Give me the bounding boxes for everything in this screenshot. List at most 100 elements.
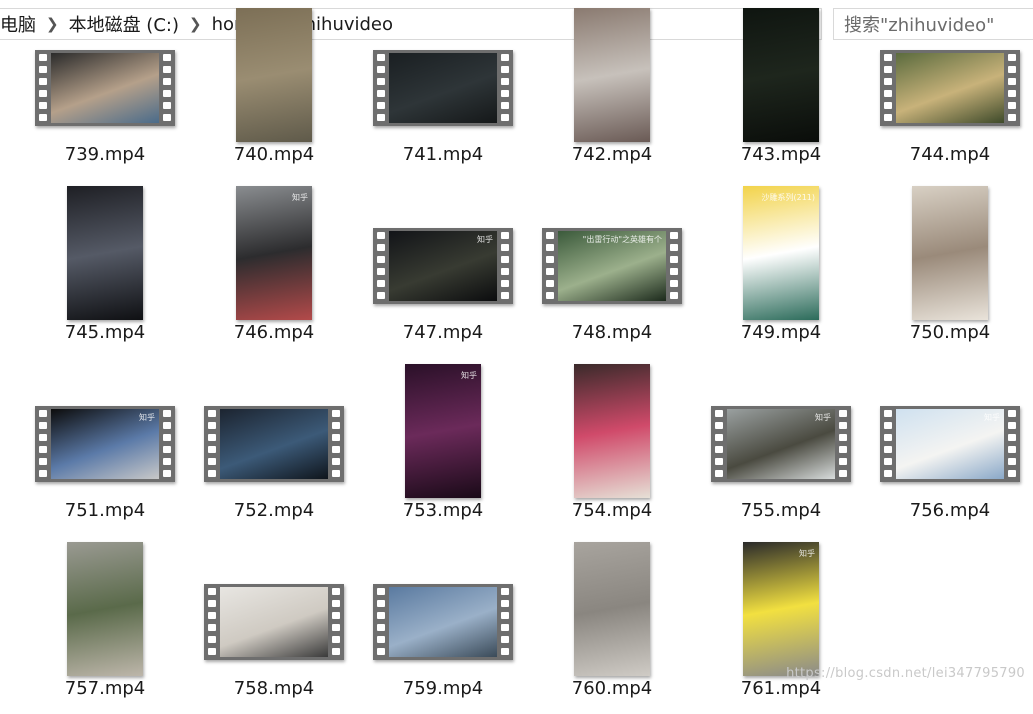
video-thumbnail[interactable]: 知乎 — [236, 186, 312, 320]
film-hole — [501, 244, 509, 251]
video-thumbnail[interactable]: 知乎 — [743, 542, 819, 676]
film-hole — [1008, 434, 1016, 441]
film-hole — [501, 66, 509, 73]
file-item[interactable]: 739.mp4 — [22, 10, 188, 180]
film-hole — [163, 434, 171, 441]
film-hole — [163, 78, 171, 85]
film-hole — [1008, 422, 1016, 429]
thumbnail-overlay-text: "出雷行动"之英雄有个 — [582, 235, 662, 244]
video-thumbnail[interactable] — [204, 584, 344, 660]
file-item[interactable]: 742.mp4 — [529, 8, 695, 180]
film-hole — [163, 102, 171, 109]
video-frame: 知乎 — [896, 409, 1004, 479]
film-strip — [880, 50, 896, 126]
thumbnail-overlay-text: 知乎 — [292, 193, 308, 202]
film-hole — [1008, 410, 1016, 417]
thumbnail-overlay-text: 知乎 — [461, 371, 477, 380]
file-item[interactable]: 752.mp4 — [191, 366, 357, 536]
video-thumbnail[interactable]: 知乎 — [35, 406, 175, 482]
file-item[interactable]: 758.mp4 — [191, 544, 357, 714]
file-item[interactable]: 750.mp4 — [867, 186, 1033, 358]
video-thumbnail[interactable]: 知乎 — [711, 406, 851, 482]
watermark: https://blog.csdn.net/lei347795790 — [786, 666, 1025, 681]
film-hole — [715, 434, 723, 441]
file-item[interactable]: 知乎 753.mp4 — [360, 364, 526, 536]
video-thumbnail[interactable] — [574, 364, 650, 498]
video-thumbnail[interactable] — [574, 8, 650, 142]
file-name: 744.mp4 — [909, 144, 991, 165]
film-hole — [1008, 446, 1016, 453]
film-strip — [328, 406, 344, 482]
film-hole — [501, 114, 509, 121]
film-hole — [208, 612, 216, 619]
video-thumbnail[interactable] — [912, 186, 988, 320]
file-item[interactable]: 知乎 746.mp4 — [191, 186, 357, 358]
film-hole — [670, 268, 678, 275]
file-item[interactable]: 744.mp4 — [867, 10, 1033, 180]
video-thumbnail[interactable] — [67, 186, 143, 320]
film-hole — [715, 422, 723, 429]
video-thumbnail[interactable] — [373, 584, 513, 660]
film-hole — [884, 458, 892, 465]
file-item[interactable]: 741.mp4 — [360, 10, 526, 180]
file-name: 748.mp4 — [571, 322, 653, 343]
file-name: 741.mp4 — [402, 144, 484, 165]
film-hole — [377, 600, 385, 607]
film-hole — [839, 470, 847, 477]
film-hole — [546, 280, 554, 287]
file-name: 758.mp4 — [233, 678, 315, 699]
file-item[interactable]: 757.mp4 — [22, 542, 188, 714]
film-hole — [377, 114, 385, 121]
film-hole — [208, 422, 216, 429]
film-hole — [839, 458, 847, 465]
film-hole — [377, 78, 385, 85]
film-hole — [884, 114, 892, 121]
video-thumbnail[interactable]: 知乎 — [880, 406, 1020, 482]
file-item[interactable]: 759.mp4 — [360, 544, 526, 714]
video-frame: 知乎 — [236, 186, 312, 320]
video-thumbnail[interactable] — [35, 50, 175, 126]
file-item[interactable]: 740.mp4 — [191, 8, 357, 180]
film-hole — [163, 422, 171, 429]
film-hole — [332, 624, 340, 631]
file-item[interactable]: 760.mp4 — [529, 542, 695, 714]
video-thumbnail[interactable] — [204, 406, 344, 482]
file-item[interactable]: 754.mp4 — [529, 364, 695, 536]
file-item[interactable]: 沙雕系列(211) 749.mp4 — [698, 186, 864, 358]
film-hole — [377, 624, 385, 631]
file-item[interactable]: 知乎 755.mp4 — [698, 366, 864, 536]
video-thumbnail[interactable] — [373, 50, 513, 126]
video-thumbnail[interactable]: 知乎 — [373, 228, 513, 304]
file-item[interactable]: 知乎 751.mp4 — [22, 366, 188, 536]
video-thumbnail[interactable] — [880, 50, 1020, 126]
video-thumbnail[interactable] — [743, 8, 819, 142]
film-hole — [39, 410, 47, 417]
film-strip — [1004, 406, 1020, 482]
film-hole — [715, 458, 723, 465]
file-name: 753.mp4 — [402, 500, 484, 521]
video-thumbnail[interactable] — [236, 8, 312, 142]
video-thumbnail[interactable]: "出雷行动"之英雄有个 — [542, 228, 682, 304]
file-item[interactable]: 知乎 747.mp4 — [360, 188, 526, 358]
film-strip — [159, 50, 175, 126]
film-hole — [377, 66, 385, 73]
file-item[interactable]: 知乎 756.mp4 — [867, 366, 1033, 536]
film-hole — [501, 280, 509, 287]
film-hole — [208, 624, 216, 631]
film-hole — [377, 648, 385, 655]
video-thumbnail[interactable]: 知乎 — [405, 364, 481, 498]
film-strip — [497, 584, 513, 660]
film-hole — [1008, 102, 1016, 109]
film-hole — [839, 434, 847, 441]
film-hole — [884, 470, 892, 477]
file-item[interactable]: 知乎 761.mp4 — [698, 542, 864, 714]
file-item[interactable]: 745.mp4 — [22, 186, 188, 358]
file-item[interactable]: "出雷行动"之英雄有个 748.mp4 — [529, 188, 695, 358]
file-item[interactable]: 743.mp4 — [698, 8, 864, 180]
video-thumbnail[interactable] — [574, 542, 650, 676]
video-thumbnail[interactable] — [67, 542, 143, 676]
film-hole — [884, 446, 892, 453]
video-thumbnail[interactable]: 沙雕系列(211) — [743, 186, 819, 320]
film-strip — [711, 406, 727, 482]
film-hole — [501, 256, 509, 263]
